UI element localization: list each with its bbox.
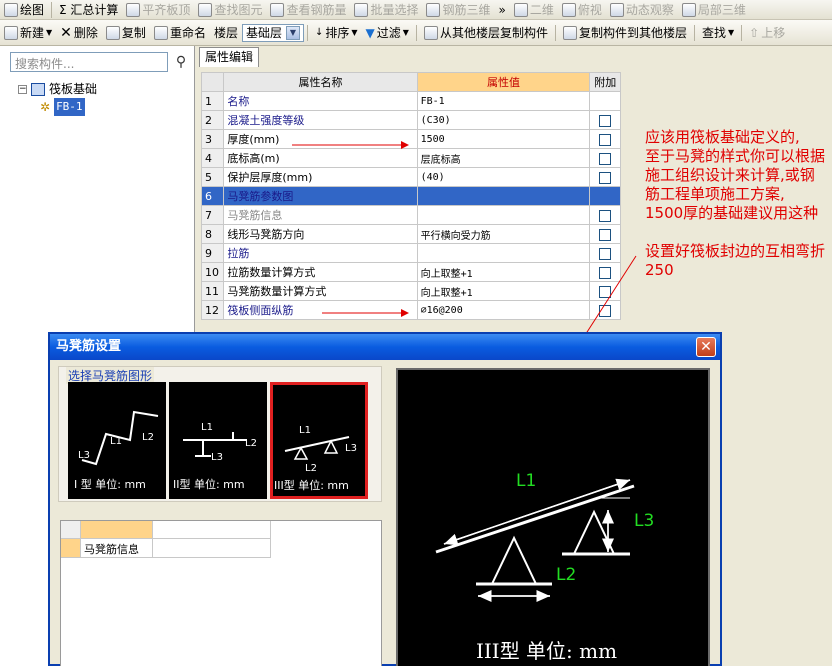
label-l1: L1 xyxy=(299,425,311,436)
label-l3: L3 xyxy=(78,450,90,461)
plank-line xyxy=(435,484,635,554)
type1-drawing: L1 L2 L3 I 型 单位: mm xyxy=(74,410,159,491)
preview-label-l3: L3 xyxy=(634,511,654,531)
info-grid: 马凳筋信息 xyxy=(60,520,382,666)
shape-thumb-type3[interactable]: L1 L2 L3 III型 单位: mm xyxy=(270,382,368,499)
label-l2: L2 xyxy=(142,432,154,443)
chair-rebar-dialog: 马凳筋设置 ✕ 选择马凳筋图形 L1 L2 L3 I 型 单位: mm L1 L… xyxy=(48,332,722,666)
label-l2: L2 xyxy=(245,438,257,449)
preview-caption: III型 单位: mm xyxy=(476,639,617,663)
grid-header-name xyxy=(81,521,153,539)
preview-label-l2: L2 xyxy=(556,565,576,585)
grid-corner xyxy=(61,521,81,539)
thumb-caption: II型 单位: mm xyxy=(173,477,245,491)
type2-drawing: L1 L2 L3 II型 单位: mm xyxy=(173,422,257,491)
thumb-caption: I 型 单位: mm xyxy=(74,477,146,491)
shape-preview: L1 L2 L3 III型 单位: mm xyxy=(396,368,710,666)
label-l3: L3 xyxy=(345,443,357,454)
dialog-titlebar[interactable]: 马凳筋设置 xyxy=(50,334,720,360)
shape-thumb-type1[interactable]: L1 L2 L3 I 型 单位: mm xyxy=(68,382,166,499)
label-l3: L3 xyxy=(211,452,223,463)
info-value-cell[interactable] xyxy=(153,539,271,558)
shape-thumb-type2[interactable]: L1 L2 L3 II型 单位: mm xyxy=(169,382,267,499)
dimension-l1-back xyxy=(443,479,631,546)
preview-drawing: L1 L2 L3 III型 单位: mm xyxy=(435,471,654,663)
label-l1: L1 xyxy=(110,436,122,447)
info-label: 马凳筋信息 xyxy=(81,539,153,558)
left-support xyxy=(490,535,538,585)
grid-row-marker xyxy=(61,539,81,558)
close-button[interactable]: ✕ xyxy=(696,337,716,357)
label-l1: L1 xyxy=(201,422,213,433)
grid-header-value xyxy=(153,521,271,539)
preview-label-l1: L1 xyxy=(516,471,536,491)
type3-drawing: L1 L2 L3 III型 单位: mm xyxy=(274,425,357,492)
thumb-caption: III型 单位: mm xyxy=(274,478,349,492)
label-l2: L2 xyxy=(305,463,317,474)
